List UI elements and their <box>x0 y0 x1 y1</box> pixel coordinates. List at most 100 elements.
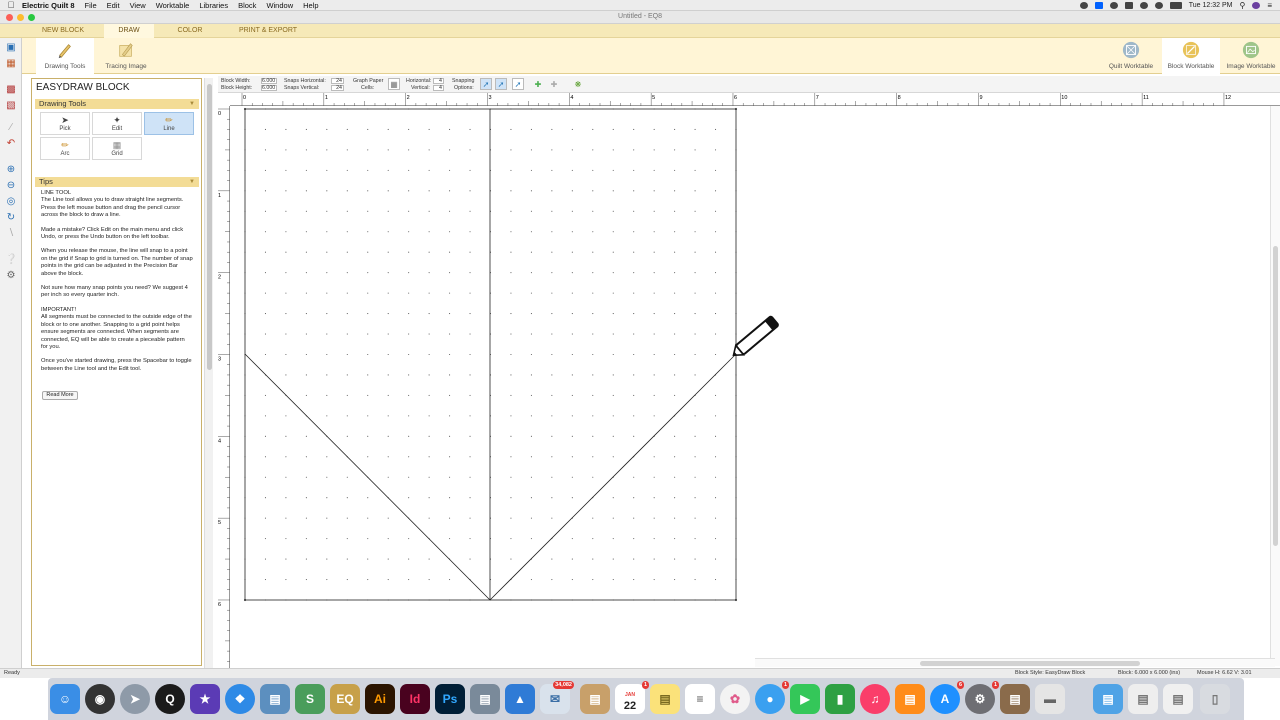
read-more-button[interactable]: Read More <box>42 391 78 400</box>
snap-to-node-icon[interactable]: ➚ <box>495 78 507 90</box>
scribble-app-icon[interactable]: S <box>295 684 325 714</box>
graph-paper-icon[interactable]: ▦ <box>388 78 400 90</box>
snap-to-grid-icon[interactable]: ➚ <box>480 78 492 90</box>
reminders-icon[interactable]: ≡ <box>685 684 715 714</box>
wifi-icon[interactable] <box>1154 2 1163 9</box>
image-worktable-button[interactable]: Image Worktable <box>1222 38 1280 74</box>
eq8-icon[interactable]: EQ <box>330 684 360 714</box>
cut-icon[interactable]: ∕ <box>5 122 17 134</box>
snap-to-drawing-icon[interactable]: ➚ <box>512 78 524 90</box>
siri-icon[interactable]: ◉ <box>85 684 115 714</box>
scrollbar-thumb[interactable] <box>920 661 1140 666</box>
chevron-down-icon[interactable]: ▼ <box>189 99 195 109</box>
cleanup-icon[interactable]: ❋ <box>572 78 584 90</box>
vertical-scrollbar[interactable] <box>1270 106 1280 666</box>
menu-help[interactable]: Help <box>303 1 318 10</box>
zoom-out-icon[interactable]: ⊖ <box>5 180 17 192</box>
photoshop-icon[interactable]: Ps <box>435 684 465 714</box>
search-icon[interactable]: ⚲ <box>1239 1 1245 10</box>
open-icon[interactable]: ▦ <box>5 58 17 70</box>
star-app-icon[interactable]: ★ <box>190 684 220 714</box>
snaps-vertical-field[interactable]: 24 <box>331 85 344 91</box>
notebook-icon[interactable]: ▤ <box>580 684 610 714</box>
preview-icon[interactable]: ▤ <box>260 684 290 714</box>
menu-app-name[interactable]: Electric Quilt 8 <box>22 1 75 10</box>
photos-icon[interactable]: ✿ <box>720 684 750 714</box>
archive-icon[interactable]: ▤ <box>1000 684 1030 714</box>
library-icon[interactable]: ▩ <box>5 84 17 96</box>
tab-draw[interactable]: DRAW <box>104 24 154 38</box>
calendar-icon[interactable]: JAN 22 1 <box>615 681 649 714</box>
zoom-in-icon[interactable]: ⊕ <box>5 164 17 176</box>
mail-icon[interactable]: ✉ 34,082 <box>540 681 574 714</box>
tab-print-export[interactable]: PRINT & EXPORT <box>230 24 306 38</box>
help-icon[interactable]: ❔ <box>5 254 17 266</box>
tool-pick[interactable]: ➤ Pick <box>40 112 90 135</box>
tips-header[interactable]: Tips ▼ <box>35 177 199 187</box>
menu-list-icon[interactable]: ≡ <box>1267 1 1272 10</box>
keynote-icon[interactable]: ▲ <box>505 684 535 714</box>
finder-icon[interactable]: ☺ <box>50 684 80 714</box>
block-width-field[interactable]: 6.000 <box>261 78 277 84</box>
menu-libraries[interactable]: Libraries <box>199 1 228 10</box>
panel-scrollbar[interactable] <box>204 78 213 668</box>
crosshair-icon[interactable]: ✚ <box>532 78 544 90</box>
menu-window[interactable]: Window <box>266 1 293 10</box>
vertical-field[interactable]: 4 <box>433 85 444 91</box>
launchpad-icon[interactable]: ➤ <box>120 684 150 714</box>
undo-icon[interactable]: ↶ <box>5 138 17 150</box>
numbers-icon[interactable]: ▮ <box>825 684 855 714</box>
menu-view[interactable]: View <box>130 1 146 10</box>
tool-line[interactable]: ✏ Line <box>144 112 194 135</box>
zoom-refresh-icon[interactable]: ↻ <box>5 212 17 224</box>
illustrator-icon[interactable]: Ai <box>365 684 395 714</box>
document-stack-icon[interactable]: ▤ <box>1128 684 1158 714</box>
horizontal-field[interactable]: 4 <box>433 78 444 84</box>
scanner-icon[interactable]: ▬ <box>1035 684 1065 714</box>
horizontal-scrollbar[interactable] <box>755 658 1275 667</box>
tool-grid[interactable]: ▦ Grid <box>92 137 142 160</box>
scrollbar-thumb[interactable] <box>207 84 212 370</box>
menu-file[interactable]: File <box>85 1 97 10</box>
settings-icon[interactable]: ⚙ <box>5 270 17 282</box>
bluetooth-icon[interactable] <box>1139 2 1148 9</box>
ruler-icon[interactable]: ∖ <box>5 228 17 240</box>
quilt-worktable-button[interactable]: Quilt Worktable <box>1102 38 1160 74</box>
tool-arc[interactable]: ✏ Arc <box>40 137 90 160</box>
menu-block[interactable]: Block <box>238 1 256 10</box>
menu-worktable[interactable]: Worktable <box>156 1 190 10</box>
time-machine-icon[interactable] <box>1109 2 1118 9</box>
menu-edit[interactable]: Edit <box>107 1 120 10</box>
system-preferences-icon[interactable]: ⚙ 1 <box>965 681 999 714</box>
drawing-canvas[interactable] <box>230 106 1270 658</box>
tab-new-block[interactable]: NEW BLOCK <box>33 24 93 38</box>
block-drawing[interactable] <box>230 106 1270 658</box>
tool-edit[interactable]: ✦ Edit <box>92 112 142 135</box>
snaps-horizontal-field[interactable]: 24 <box>331 78 344 84</box>
messages-icon[interactable]: ● 1 <box>755 681 789 714</box>
trash-icon[interactable]: ▯ <box>1200 684 1230 714</box>
clock[interactable]: Tue 12:32 PM <box>1189 2 1233 9</box>
indesign-icon[interactable]: Id <box>400 684 430 714</box>
sketchbook-icon[interactable]: ▧ <box>5 100 17 112</box>
drawn-line[interactable] <box>489 353 737 601</box>
fit-to-worktable-icon[interactable]: ◎ <box>5 196 17 208</box>
block-height-field[interactable]: 6.000 <box>261 85 277 91</box>
downloads-folder-icon[interactable]: ▤ <box>1093 684 1123 714</box>
notes-icon[interactable]: ▤ <box>650 684 680 714</box>
facetime-icon[interactable]: ▶ <box>790 684 820 714</box>
dropbox-icon[interactable] <box>1094 2 1103 9</box>
tracing-image-button[interactable]: Tracing Image <box>98 38 154 74</box>
tab-color[interactable]: COLOR <box>165 24 215 38</box>
battery-icon[interactable] <box>1169 2 1182 9</box>
safari-icon[interactable]: ❖ <box>225 684 255 714</box>
books-icon[interactable]: ▤ <box>895 684 925 714</box>
chevron-down-icon[interactable]: ▼ <box>189 177 195 187</box>
user-avatar-icon[interactable] <box>1252 2 1261 9</box>
quicktime-icon[interactable]: Q <box>155 684 185 714</box>
crosshair-off-icon[interactable]: ✚ <box>548 78 560 90</box>
new-icon[interactable]: ▣ <box>5 42 17 54</box>
document-stack-icon[interactable]: ▤ <box>1163 684 1193 714</box>
record-icon[interactable] <box>1079 2 1088 9</box>
drawing-tools-button[interactable]: Drawing Tools <box>36 38 94 74</box>
